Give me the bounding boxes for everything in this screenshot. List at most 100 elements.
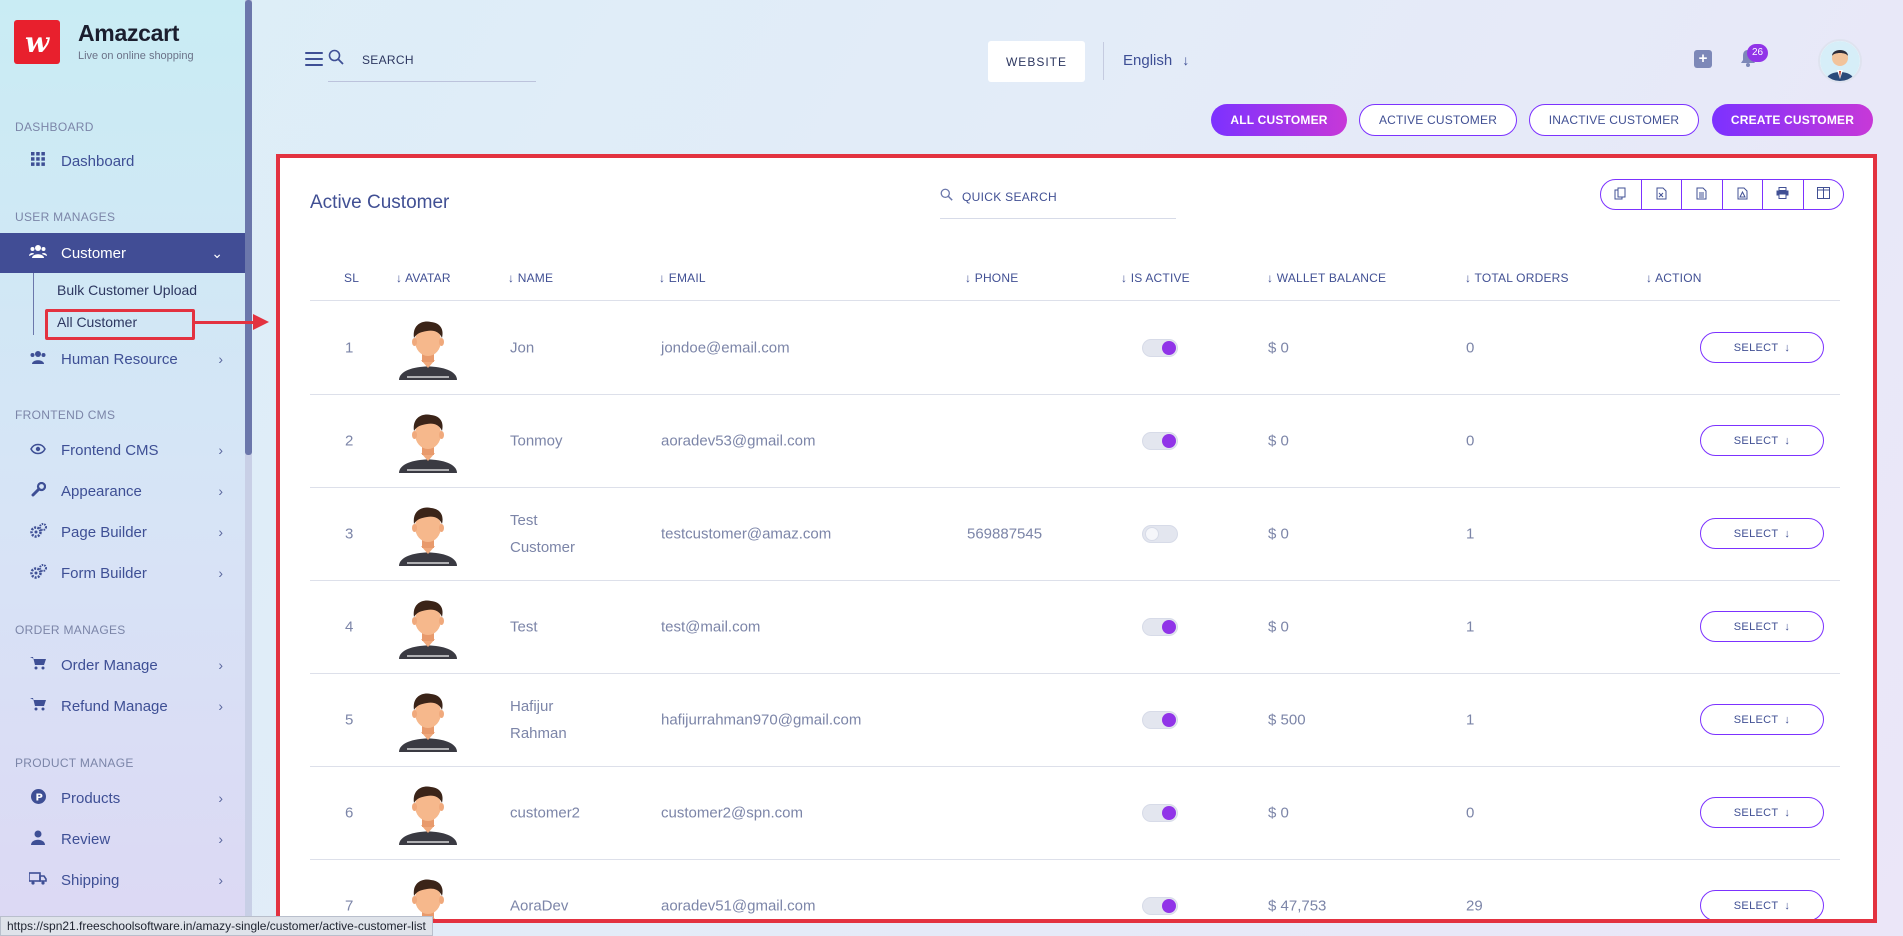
active-toggle[interactable] [1142, 525, 1178, 543]
customer-table-card: Active Customer SL ↓ AVATAR ↓ NAME ↓ EMA… [276, 154, 1877, 923]
sidebar-item-page-builder[interactable]: Page Builder › [0, 512, 245, 552]
print-button[interactable] [1763, 180, 1804, 209]
column-label: IS ACTIVE [1130, 271, 1190, 285]
sidebar-item-label: Refund Manage [61, 697, 168, 715]
select-action-button[interactable]: SELECT ↓ [1700, 425, 1824, 456]
sidebar-scrollbar[interactable] [245, 0, 252, 936]
cell-wallet-balance: $ 0 [1268, 432, 1289, 450]
active-toggle[interactable] [1142, 618, 1178, 636]
column-label: ACTION [1655, 271, 1702, 285]
copy-button[interactable] [1601, 180, 1642, 209]
quick-search-input[interactable] [962, 188, 1162, 206]
annotation-arrow [195, 321, 255, 324]
column-label: EMAIL [668, 271, 706, 285]
select-action-button[interactable]: SELECT ↓ [1700, 332, 1824, 363]
table-row: 7 AoraDev aoradev51@gmail.com $ 47,753 2… [310, 860, 1840, 919]
cell-total-orders: 1 [1466, 618, 1475, 636]
sidebar-item-label: Form Builder [61, 564, 147, 582]
chevron-right-icon: › [218, 483, 223, 499]
column-phone[interactable]: ↓ PHONE [965, 271, 1018, 285]
section-product-manage: PRODUCT MANAGE [15, 756, 134, 770]
hamburger-menu-icon[interactable] [305, 52, 323, 66]
cell-total-orders: 0 [1466, 339, 1475, 357]
active-toggle[interactable] [1142, 711, 1178, 729]
sidebar-item-review[interactable]: Review › [0, 819, 245, 859]
tab-all-customer[interactable]: ALL CUSTOMER [1211, 104, 1347, 136]
sidebar-item-label: Shipping [61, 871, 120, 889]
active-toggle[interactable] [1142, 804, 1178, 822]
sidebar-item-form-builder[interactable]: Form Builder › [0, 553, 245, 593]
cell-total-orders: 0 [1466, 804, 1475, 822]
chevron-right-icon: › [218, 442, 223, 458]
table-row: 1 Jon jondoe@email.com $ 0 0 SELECT ↓ [310, 302, 1840, 395]
quick-search [940, 186, 1176, 219]
column-is-active[interactable]: ↓ IS ACTIVE [1121, 271, 1190, 285]
sidebar-item-label: Dashboard [61, 152, 135, 170]
active-toggle[interactable] [1142, 897, 1178, 915]
select-action-button[interactable]: SELECT ↓ [1700, 518, 1824, 549]
sidebar-item-order-manage[interactable]: Order Manage › [0, 645, 245, 685]
select-action-button[interactable]: SELECT ↓ [1700, 611, 1824, 642]
sidebar-item-refund-manage[interactable]: Refund Manage › [0, 686, 245, 726]
cart-icon [28, 697, 48, 715]
sidebar-item-dashboard[interactable]: Dashboard [0, 141, 245, 181]
grid-icon [28, 152, 48, 170]
sidebar-subitem-bulk-customer-upload[interactable]: Bulk Customer Upload [57, 282, 197, 298]
active-toggle[interactable] [1142, 339, 1178, 357]
chevron-right-icon: › [218, 872, 223, 888]
arrow-down-icon: ↓ [1267, 271, 1277, 285]
sidebar-item-appearance[interactable]: Appearance › [0, 471, 245, 511]
cell-total-orders: 1 [1466, 711, 1475, 729]
cell-email: test@mail.com [661, 618, 761, 636]
pdf-button[interactable] [1723, 180, 1763, 209]
column-label: AVATAR [405, 271, 451, 285]
arrow-down-icon: ↓ [396, 271, 406, 285]
csv-button[interactable] [1682, 180, 1723, 209]
section-user-manages: USER MANAGES [15, 210, 116, 224]
create-customer-button[interactable]: CREATE CUSTOMER [1712, 104, 1873, 136]
cell-sl: 5 [345, 711, 354, 729]
arrow-down-icon: ↓ [1784, 527, 1791, 540]
chevron-right-icon: › [218, 657, 223, 673]
cell-sl: 2 [345, 432, 354, 450]
user-avatar[interactable] [1818, 39, 1862, 83]
table-row: 5 Hafijur Rahman hafijurrahman970@gmail.… [310, 674, 1840, 767]
sidebar-item-customer[interactable]: Customer ⌄ [0, 233, 245, 273]
tab-active-customer[interactable]: ACTIVE CUSTOMER [1359, 104, 1517, 136]
column-sl[interactable]: SL [344, 271, 359, 285]
tab-inactive-customer[interactable]: INACTIVE CUSTOMER [1529, 104, 1699, 136]
select-action-button[interactable]: SELECT ↓ [1700, 797, 1824, 828]
column-total-orders[interactable]: ↓ TOTAL ORDERS [1465, 271, 1569, 285]
select-label: SELECT [1733, 341, 1779, 354]
cell-email: jondoe@email.com [661, 339, 790, 357]
sidebar-item-products[interactable]: P Products › [0, 778, 245, 818]
scrollbar-thumb[interactable] [245, 0, 252, 455]
sidebar-item-frontend-cms[interactable]: Frontend CMS › [0, 430, 245, 470]
cell-email: aoradev53@gmail.com [661, 432, 816, 450]
arrow-down-icon: ↓ [1784, 713, 1791, 726]
cell-sl: 6 [345, 804, 354, 822]
brand[interactable]: w Amazcart Live on online shopping [14, 20, 194, 64]
select-action-button[interactable]: SELECT ↓ [1700, 704, 1824, 735]
sidebar-item-shipping[interactable]: Shipping › [0, 860, 245, 900]
language-select[interactable]: English ↓ [1123, 52, 1189, 69]
search-input[interactable] [362, 51, 532, 69]
cell-wallet-balance: $ 47,753 [1268, 897, 1327, 915]
plus-icon[interactable]: + [1694, 50, 1712, 68]
column-wallet-balance[interactable]: ↓ WALLET BALANCE [1267, 271, 1386, 285]
column-email[interactable]: ↓ EMAIL [659, 271, 706, 285]
cell-email: aoradev51@gmail.com [661, 897, 816, 915]
select-label: SELECT [1733, 899, 1779, 912]
column-name[interactable]: ↓ NAME [508, 271, 553, 285]
website-button[interactable]: WEBSITE [988, 41, 1085, 82]
excel-file-icon [1656, 187, 1667, 203]
cell-wallet-balance: $ 500 [1268, 711, 1306, 729]
select-action-button[interactable]: SELECT ↓ [1700, 890, 1824, 919]
excel-button[interactable] [1642, 180, 1682, 209]
cell-total-orders: 0 [1466, 432, 1475, 450]
sidebar-item-human-resource[interactable]: Human Resource › [0, 339, 245, 379]
active-toggle[interactable] [1142, 432, 1178, 450]
column-action[interactable]: ↓ ACTION [1646, 271, 1702, 285]
column-avatar[interactable]: ↓ AVATAR [396, 271, 451, 285]
columns-button[interactable] [1804, 180, 1844, 209]
